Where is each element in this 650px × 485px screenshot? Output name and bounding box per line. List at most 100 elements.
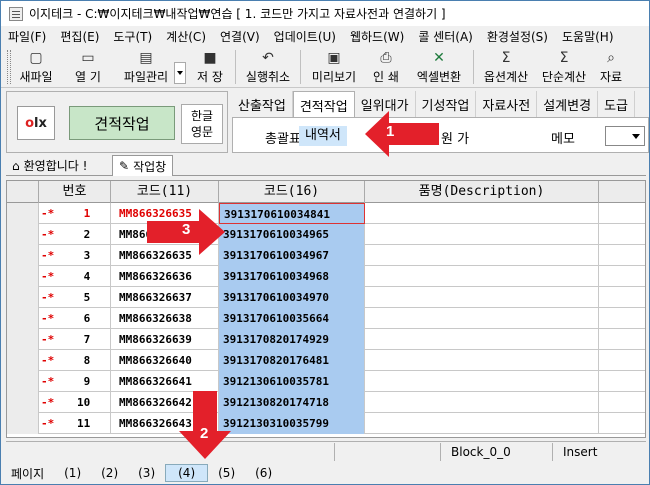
header-no[interactable]: 번호 [39, 181, 111, 203]
row-header-cell[interactable] [7, 308, 39, 329]
doc-tab-welcome[interactable]: ⌂ 환영합니다 ! [6, 155, 93, 176]
extra-cell[interactable] [599, 371, 645, 392]
tab-estimate[interactable]: 견적작업 [292, 91, 355, 117]
estimate-work-button[interactable]: 견적작업 [69, 106, 175, 140]
description-cell[interactable] [365, 392, 599, 413]
code16-cell[interactable]: 3912130610035781 [219, 371, 365, 392]
tab-quantity[interactable]: 산출작업 [232, 91, 293, 117]
save-button[interactable]: ■ 저 장 [188, 46, 232, 88]
code11-cell[interactable]: MM866326638 [111, 308, 219, 329]
table-row[interactable]: -* 3 MM866326635 3913170610034967 [7, 245, 645, 266]
option-calc-button[interactable]: Σ 옵션계산 [477, 46, 535, 88]
extra-cell[interactable] [599, 329, 645, 350]
code11-cell[interactable]: MM866326635 [111, 245, 219, 266]
header-description[interactable]: 품명(Description) [365, 181, 599, 203]
row-header-cell[interactable] [7, 287, 39, 308]
row-number-cell[interactable]: -* 11 [39, 413, 111, 434]
row-header-cell[interactable] [7, 245, 39, 266]
extra-cell[interactable] [599, 350, 645, 371]
code16-cell[interactable]: 3912130310035799 [219, 413, 365, 434]
code16-cell[interactable]: 3912130820174718 [219, 392, 365, 413]
code16-cell[interactable]: 3913170610035664 [219, 308, 365, 329]
row-header-cell[interactable] [7, 203, 39, 224]
extra-cell[interactable] [599, 392, 645, 413]
row-header-cell[interactable] [7, 224, 39, 245]
doc-tab-workspace[interactable]: ✎ 작업창 [112, 155, 174, 176]
extra-cell[interactable] [599, 224, 645, 245]
page-tab-4[interactable]: (4) [165, 464, 209, 482]
language-toggle-button[interactable]: 한글 영문 [181, 104, 223, 144]
row-number-cell[interactable]: -* 3 [39, 245, 111, 266]
table-row[interactable]: -* 5 MM866326637 3913170610034970 [7, 287, 645, 308]
code16-cell[interactable]: 3913170610034841 [219, 203, 365, 224]
code11-cell[interactable]: MM866326635 [111, 203, 219, 224]
row-number-cell[interactable]: -* 5 [39, 287, 111, 308]
row-number-cell[interactable]: -* 10 [39, 392, 111, 413]
description-cell[interactable] [365, 266, 599, 287]
code11-cell[interactable]: MM866326640 [111, 350, 219, 371]
row-number-cell[interactable]: -* 9 [39, 371, 111, 392]
page-tab-3[interactable]: (3) [128, 466, 165, 480]
header-code16[interactable]: 코드(16) [219, 181, 365, 203]
table-row[interactable]: -* 8 MM866326640 3913170820176481 [7, 350, 645, 371]
memo-dropdown[interactable] [605, 126, 645, 146]
menu-link[interactable]: 연결(V) [213, 28, 267, 45]
tab-data-dictionary[interactable]: 자료사전 [476, 91, 538, 117]
tab-design-change[interactable]: 설계변경 [537, 91, 599, 117]
table-row[interactable]: -* 10 MM866326642 3912130820174718 [7, 392, 645, 413]
extra-cell[interactable] [599, 287, 645, 308]
extra-cell[interactable] [599, 308, 645, 329]
page-tab-2[interactable]: (2) [91, 466, 128, 480]
table-row[interactable]: -* 9 MM866326641 3912130610035781 [7, 371, 645, 392]
menu-update[interactable]: 업데이트(U) [267, 28, 343, 45]
row-number-cell[interactable]: -* 2 [39, 224, 111, 245]
description-cell[interactable] [365, 329, 599, 350]
code11-cell[interactable]: MM866326641 [111, 371, 219, 392]
description-cell[interactable] [365, 308, 599, 329]
description-cell[interactable] [365, 350, 599, 371]
code16-cell[interactable]: 3913170610034965 [219, 224, 365, 245]
table-row[interactable]: -* 2 MM866326636 3913170610034965 [7, 224, 645, 245]
code16-cell[interactable]: 3913170820176481 [219, 350, 365, 371]
description-cell[interactable] [365, 287, 599, 308]
description-cell[interactable] [365, 371, 599, 392]
table-row[interactable]: -* 4 MM866326636 3913170610034968 [7, 266, 645, 287]
extra-cell[interactable] [599, 203, 645, 224]
menu-callcenter[interactable]: 콜 센터(A) [411, 28, 480, 45]
row-header-cell[interactable] [7, 413, 39, 434]
menu-help[interactable]: 도움말(H) [555, 28, 621, 45]
row-header-cell[interactable] [7, 371, 39, 392]
extra-cell[interactable] [599, 245, 645, 266]
row-header-cell[interactable] [7, 350, 39, 371]
description-cell[interactable] [365, 413, 599, 434]
description-cell[interactable] [365, 224, 599, 245]
page-tab-1[interactable]: (1) [54, 466, 91, 480]
menu-webhard[interactable]: 웹하드(W) [343, 28, 411, 45]
row-number-cell[interactable]: -* 1 [39, 203, 111, 224]
code11-cell[interactable]: MM866326639 [111, 329, 219, 350]
code16-cell[interactable]: 3913170610034967 [219, 245, 365, 266]
subtab-itemized[interactable]: 내역서 [299, 126, 347, 146]
table-row[interactable]: -* 11 MM866326643 3912130310035799 [7, 413, 645, 434]
description-cell[interactable] [365, 203, 599, 224]
row-number-cell[interactable]: -* 8 [39, 350, 111, 371]
code11-cell[interactable]: MM866326642 [111, 392, 219, 413]
table-row[interactable]: -* 7 MM866326639 3913170820174929 [7, 329, 645, 350]
code16-cell[interactable]: 3913170610034968 [219, 266, 365, 287]
subtab-cost[interactable]: 원 가 [441, 128, 469, 147]
menu-tools[interactable]: 도구(T) [106, 28, 159, 45]
code16-cell[interactable]: 3913170820174929 [219, 329, 365, 350]
open-button[interactable]: ▭ 열 기 [58, 46, 118, 88]
code11-cell[interactable]: MM866326636 [111, 266, 219, 287]
page-tab-6[interactable]: (6) [245, 466, 282, 480]
extra-cell[interactable] [599, 413, 645, 434]
row-header-cell[interactable] [7, 329, 39, 350]
table-row[interactable]: -* 1 MM866326635 3913170610034841 [7, 203, 645, 224]
toolbar-grip[interactable] [7, 50, 11, 84]
menu-calc[interactable]: 계산(C) [159, 28, 213, 45]
tab-progress[interactable]: 기성작업 [416, 91, 477, 117]
menu-edit[interactable]: 편집(E) [53, 28, 106, 45]
row-number-cell[interactable]: -* 7 [39, 329, 111, 350]
extra-cell[interactable] [599, 266, 645, 287]
data-search-button[interactable]: ⌕ 자료 [593, 46, 629, 88]
